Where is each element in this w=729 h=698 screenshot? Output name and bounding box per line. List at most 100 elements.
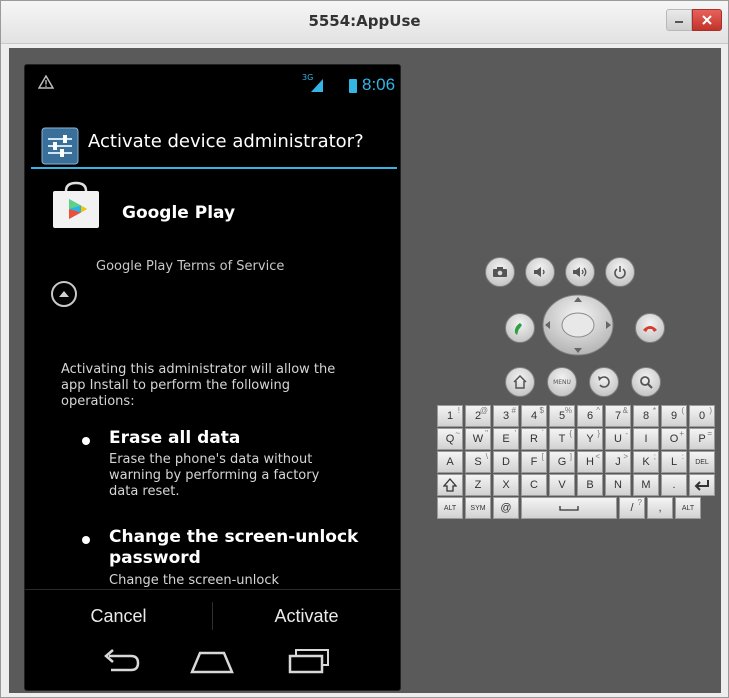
call-button[interactable] <box>505 313 535 343</box>
key-1[interactable]: 1! <box>437 405 463 427</box>
power-icon <box>614 266 626 279</box>
battery-icon <box>349 79 357 93</box>
policy-description: Change the screen-unlock <box>109 573 279 589</box>
title-divider <box>31 167 397 169</box>
end-call-button[interactable] <box>635 313 665 343</box>
emulator-body: 3G 8:06 Activate device administrator? G… <box>9 48 721 693</box>
close-button[interactable] <box>692 9 722 31</box>
key-i[interactable]: I <box>633 428 659 450</box>
key-c[interactable]: C <box>521 474 547 496</box>
key-comma[interactable]: , <box>647 497 673 519</box>
dialog-button-bar: Cancel Activate <box>25 590 400 642</box>
policy-title-line: password <box>109 548 201 568</box>
key-d[interactable]: D <box>493 451 519 473</box>
key-n[interactable]: N <box>605 474 631 496</box>
policy-description-line: Erase the phone's data without <box>109 452 313 467</box>
dpad[interactable] <box>542 293 614 357</box>
explanation-line: app Install to perform the following <box>61 378 290 393</box>
key-space[interactable] <box>521 497 617 519</box>
key-slash[interactable]: /? <box>619 497 645 519</box>
window-title: 5554:AppUse <box>308 12 421 30</box>
key-8[interactable]: 8 * <box>633 405 659 427</box>
key-5[interactable]: 5% <box>549 405 575 427</box>
key-6[interactable]: 6 ^ <box>577 405 603 427</box>
key-z[interactable]: Z <box>465 474 491 496</box>
volume-up-button[interactable] <box>565 257 595 287</box>
key-k[interactable]: K; <box>633 451 659 473</box>
volume-down-button[interactable] <box>525 257 555 287</box>
key-7[interactable]: 7 & <box>605 405 631 427</box>
minimize-button[interactable] <box>666 9 692 31</box>
key-e[interactable]: E ' <box>493 428 519 450</box>
terms-of-service-text: Google Play Terms of Service <box>96 259 285 274</box>
key-y[interactable]: Y} <box>577 428 603 450</box>
activate-button[interactable]: Activate <box>213 590 400 642</box>
key-g[interactable]: G] <box>549 451 575 473</box>
key-sym[interactable]: SYM <box>465 497 491 519</box>
key-3[interactable]: 3 # <box>493 405 519 427</box>
key-2[interactable]: 2 @ <box>465 405 491 427</box>
volume-up-icon <box>573 267 587 277</box>
key-r[interactable]: R ` <box>521 428 547 450</box>
close-icon <box>702 15 712 25</box>
key-v[interactable]: V <box>549 474 575 496</box>
explanation-line: operations: <box>61 394 135 409</box>
chevron-up-icon <box>59 291 69 297</box>
settings-sliders-icon <box>41 127 79 165</box>
emulator-window: 5554:AppUse 3G 8:06 Activate device admi… <box>0 0 729 698</box>
key-0[interactable]: 0) <box>689 405 715 427</box>
menu-button[interactable]: MENU <box>547 367 577 397</box>
key-9[interactable]: 9( <box>661 405 687 427</box>
key-alt-right[interactable]: ALT <box>675 497 701 519</box>
key-a[interactable]: A <box>437 451 463 473</box>
keyboard-row: 1! 2 @ 3 # 4 $ 5% 6 ^ 7 & 8 * 9( 0) <box>437 405 717 427</box>
bullet-icon <box>82 437 90 445</box>
key-period[interactable]: . <box>661 474 687 496</box>
menu-label: MENU <box>553 378 571 386</box>
policy-description: Erase the phone's data without warning b… <box>109 452 319 500</box>
enter-icon <box>694 480 709 491</box>
key-shift[interactable] <box>437 474 463 496</box>
camera-button[interactable] <box>485 257 515 287</box>
key-s[interactable]: S \ <box>465 451 491 473</box>
space-icon <box>559 506 579 511</box>
recent-apps-icon[interactable] <box>287 647 331 677</box>
policy-description-line: Change the screen-unlock <box>109 573 279 588</box>
key-enter[interactable] <box>689 474 715 496</box>
key-b[interactable]: B <box>577 474 603 496</box>
key-alt-left[interactable]: ALT <box>437 497 463 519</box>
home-icon[interactable] <box>189 647 235 677</box>
cancel-button[interactable]: Cancel <box>25 590 212 642</box>
policy-description-line: warning by performing a factory <box>109 468 320 483</box>
key-q[interactable]: Q ~ <box>437 428 463 450</box>
collapse-button[interactable] <box>51 281 77 307</box>
dialog-title: Activate device administrator? <box>88 131 364 152</box>
key-l[interactable]: L: <box>661 451 687 473</box>
key-4[interactable]: 4 $ <box>521 405 547 427</box>
key-h[interactable]: H < <box>577 451 603 473</box>
title-bar[interactable]: 5554:AppUse <box>1 1 728 44</box>
policy-title: Erase all data <box>109 428 240 449</box>
key-j[interactable]: J > <box>605 451 631 473</box>
key-f[interactable]: F[ <box>521 451 547 473</box>
key-w[interactable]: W " <box>465 428 491 450</box>
home-hardware-button[interactable] <box>505 367 535 397</box>
back-icon[interactable] <box>101 647 141 677</box>
key-m[interactable]: M <box>633 474 659 496</box>
key-at[interactable]: @ <box>493 497 519 519</box>
key-x[interactable]: X <box>493 474 519 496</box>
key-u[interactable]: U- <box>605 428 631 450</box>
phone-screen[interactable]: 3G 8:06 Activate device administrator? G… <box>24 64 401 691</box>
search-button[interactable] <box>631 367 661 397</box>
back-hardware-button[interactable] <box>589 367 619 397</box>
end-call-icon <box>643 326 657 332</box>
phone-call-icon <box>514 323 522 335</box>
volume-down-icon <box>534 267 545 277</box>
app-name: Google Play <box>122 203 236 223</box>
explanation-text: Activating this administrator will allow… <box>61 362 373 410</box>
key-delete[interactable]: DEL <box>689 451 715 473</box>
key-p[interactable]: P = <box>689 428 715 450</box>
key-t[interactable]: T{ <box>549 428 575 450</box>
power-button[interactable] <box>605 257 635 287</box>
key-o[interactable]: O + <box>661 428 687 450</box>
